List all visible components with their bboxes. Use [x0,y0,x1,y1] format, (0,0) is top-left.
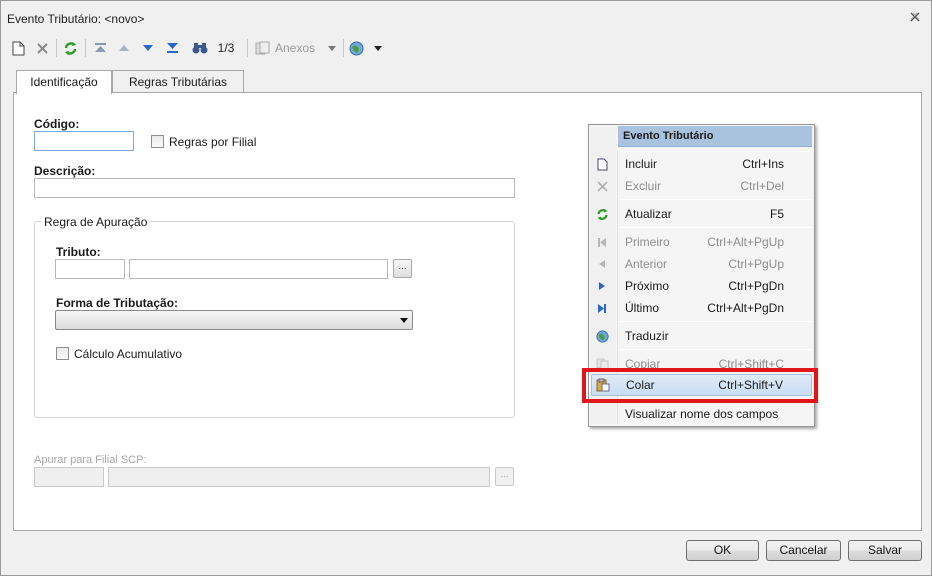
attachments-button[interactable]: Anexos [255,37,321,59]
forma-tributacao-label: Forma de Tributação: [56,296,179,310]
menu-item-proximo[interactable]: Próximo Ctrl+PgDn [589,275,814,297]
descricao-label: Descrição: [34,164,96,178]
regras-por-filial-checkbox[interactable] [151,135,164,148]
menu-item-anterior[interactable]: Anterior Ctrl+PgUp [589,253,814,275]
tab-regras-tributarias[interactable]: Regras Tributárias [112,70,244,93]
chevron-down-icon [328,45,336,51]
next-record-button[interactable] [139,37,157,59]
menu-item-visualizar-nome-campos[interactable]: Visualizar nome dos campos [589,403,814,425]
first-icon [94,43,106,52]
first-record-button[interactable] [91,37,109,59]
tributo-description-input[interactable] [129,259,388,279]
tributo-code-input[interactable] [55,259,125,279]
globe-dropdown[interactable] [371,37,385,59]
tab-identificacao[interactable]: Identificação [16,70,112,94]
globe-icon [349,41,363,55]
calculo-acumulativo-label: Cálculo Acumulativo [74,347,183,361]
forma-tributacao-select[interactable] [55,310,413,330]
binoculars-icon [192,43,208,54]
menu-item-ultimo[interactable]: Último Ctrl+Alt+PgDn [589,297,814,319]
refresh-button[interactable] [61,37,79,59]
ok-button[interactable]: OK [686,540,759,561]
menu-item-excluir[interactable]: Excluir Ctrl+Del [589,175,814,197]
toolbar: 1/3 Anexos [7,37,407,59]
next-icon [143,45,153,51]
delete-x-icon [596,180,608,192]
chevron-down-icon [374,45,382,51]
attachments-icon [255,41,270,55]
menu-item-traduzir[interactable]: Traduzir [589,325,814,347]
close-icon[interactable] [909,11,921,23]
calculo-acumulativo-checkbox[interactable] [56,347,69,360]
codigo-label: Código: [34,117,80,131]
descricao-input[interactable] [34,178,515,198]
new-record-button[interactable] [9,37,27,59]
filial-scp-lookup-button[interactable]: ... [495,467,514,486]
first-icon [598,237,606,247]
record-counter: 1/3 [217,41,235,55]
regra-apuracao-title: Regra de Apuração [41,215,151,229]
tributo-lookup-button[interactable]: ... [393,259,412,278]
menu-item-incluir[interactable]: Incluir Ctrl+Ins [589,153,814,175]
last-record-button[interactable] [163,37,181,59]
filial-scp-description-input[interactable] [108,467,490,487]
globe-icon [595,329,609,343]
delete-record-button[interactable] [33,37,51,59]
search-button[interactable] [191,37,209,59]
menu-item-atualizar[interactable]: Atualizar F5 [589,203,814,225]
context-menu-title: Evento Tributário [618,126,812,147]
globe-button[interactable] [347,37,365,59]
codigo-input[interactable] [34,131,134,151]
attachments-label: Anexos [275,41,316,55]
last-icon [166,43,178,53]
tributo-label: Tributo: [56,245,101,259]
save-button[interactable]: Salvar [848,540,922,561]
previous-record-button[interactable] [115,37,133,59]
new-document-icon [597,158,607,170]
new-document-icon [12,41,24,55]
title-bar: Evento Tributário: <novo> [1,1,931,35]
refresh-icon [64,41,76,55]
refresh-icon [596,208,608,220]
delete-x-icon [36,42,48,54]
attachments-dropdown[interactable] [325,37,339,59]
cancel-button[interactable]: Cancelar [766,540,841,561]
next-icon [599,282,605,290]
previous-icon [599,260,605,268]
filial-scp-code-input[interactable] [34,467,104,487]
menu-item-primeiro[interactable]: Primeiro Ctrl+Alt+PgUp [589,231,814,253]
apurar-filial-scp-label: Apurar para Filial SCP: [34,454,147,466]
highlight-annotation [582,368,818,403]
chevron-down-icon [400,318,408,323]
last-icon [598,303,606,313]
regras-por-filial-label: Regras por Filial [169,135,257,149]
previous-icon [119,45,129,51]
window-title: Evento Tributário: <novo> [7,12,145,26]
